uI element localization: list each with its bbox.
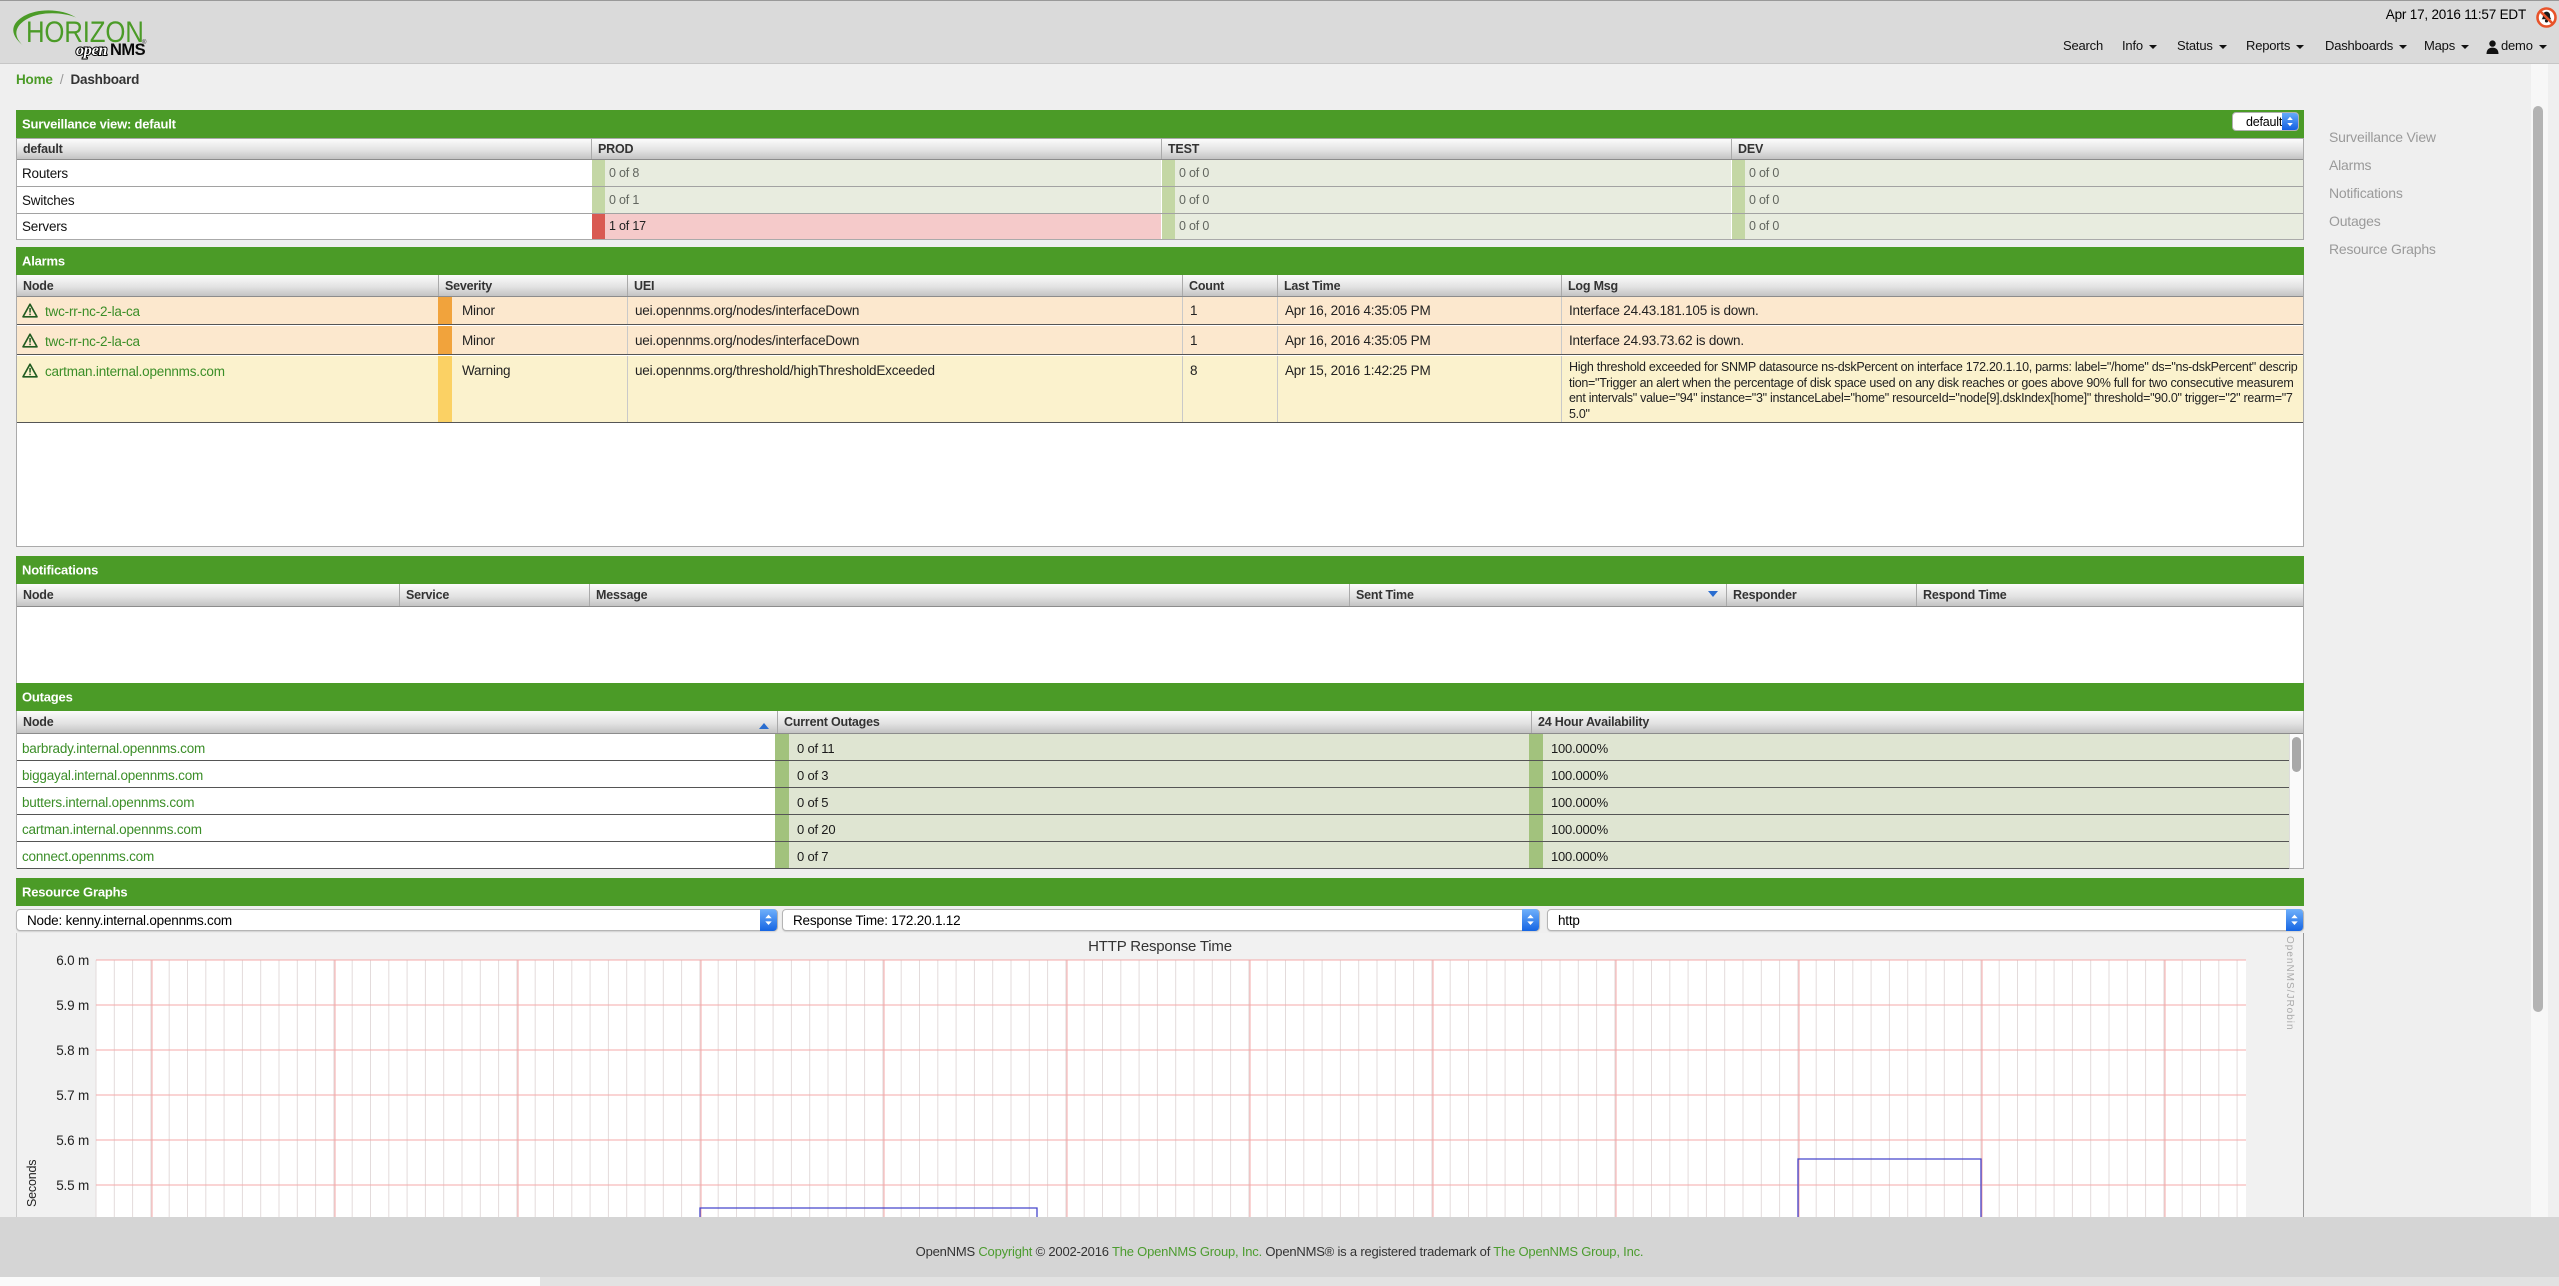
svg-text:5.8 m: 5.8 m	[56, 1043, 89, 1058]
svg-text:5.7 m: 5.7 m	[56, 1088, 89, 1103]
svg-text:5.5 m: 5.5 m	[56, 1178, 89, 1193]
svg-text:6.0 m: 6.0 m	[56, 953, 89, 968]
svg-text:5.9 m: 5.9 m	[56, 998, 89, 1013]
svg-text:5.6 m: 5.6 m	[56, 1133, 89, 1148]
